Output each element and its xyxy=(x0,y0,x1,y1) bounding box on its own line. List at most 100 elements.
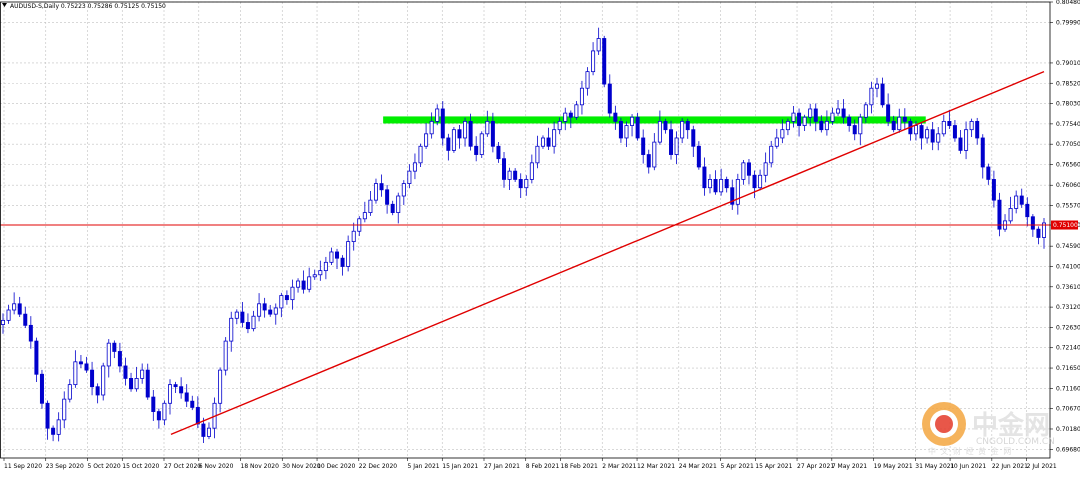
candle-body xyxy=(529,162,534,180)
y-tick-label: 0.74100 xyxy=(1056,263,1080,270)
candle-body xyxy=(412,162,417,172)
candle-body xyxy=(952,125,957,139)
x-tick-label: 15 Oct 2020 xyxy=(122,463,159,470)
candle-body xyxy=(12,303,17,311)
candle-body xyxy=(535,145,540,164)
candle-body xyxy=(874,83,879,89)
watermark-tagline: 中 文 财 经 黄 金 网 xyxy=(928,446,1012,456)
x-tick-label: 31 May 2021 xyxy=(915,463,954,470)
candle-body xyxy=(624,125,629,139)
candle-body xyxy=(657,120,662,143)
candle-body xyxy=(195,407,200,425)
candle-body xyxy=(51,427,56,435)
candle-body xyxy=(891,120,896,131)
candle-body xyxy=(591,50,596,73)
candle-body xyxy=(1008,208,1013,222)
candle-body xyxy=(234,311,239,319)
x-tick-label: 11 Sep 2020 xyxy=(4,463,42,470)
y-tick-label: 0.79990 xyxy=(1056,19,1080,26)
candle-body xyxy=(724,179,729,189)
candle-body xyxy=(401,183,406,197)
candle-body xyxy=(568,112,573,118)
x-tick-label: 15 Apr 2021 xyxy=(755,463,792,470)
candle-body xyxy=(206,427,211,437)
candle-body xyxy=(95,386,100,396)
candle-body xyxy=(774,137,779,147)
candle-body xyxy=(752,174,757,189)
candle-body xyxy=(841,108,846,118)
y-tick-label: 0.70180 xyxy=(1056,426,1080,433)
current-price-label: 0.75100 xyxy=(1053,222,1078,229)
candle-body xyxy=(446,137,451,151)
candle-body xyxy=(390,203,395,213)
candle-body xyxy=(975,120,980,139)
candle-body xyxy=(223,340,228,371)
x-tick-label: 5 Oct 2020 xyxy=(87,463,120,470)
candle-body xyxy=(513,170,518,180)
candle-body xyxy=(819,120,824,131)
candle-body xyxy=(134,378,139,390)
candle-body xyxy=(418,145,423,164)
candle-body xyxy=(307,276,312,290)
candle-body xyxy=(507,170,512,180)
candle-body xyxy=(663,120,668,131)
candle-body xyxy=(396,195,401,213)
candle-body xyxy=(273,307,278,315)
candle-body xyxy=(335,251,340,259)
candle-body xyxy=(435,108,440,122)
candle-body xyxy=(674,137,679,155)
candle-body xyxy=(930,129,935,143)
candle-body xyxy=(769,145,774,164)
x-tick-label: 2 Mar 2021 xyxy=(602,463,636,470)
candle-body xyxy=(630,116,635,126)
candle-body xyxy=(117,351,122,367)
x-tick-label: 7 May 2021 xyxy=(832,463,867,470)
chart-area[interactable]: 0.80480 0.79990 0.79010 0.78520 0.78030 0.775… xyxy=(0,0,1080,473)
candle-body xyxy=(424,133,429,147)
x-tick-label: 22 Jun 2021 xyxy=(992,463,1028,470)
candle-body xyxy=(257,303,262,317)
candle-body xyxy=(78,361,83,365)
candle-body xyxy=(964,129,969,151)
x-tick-label: 15 Jan 2021 xyxy=(442,463,478,470)
candle-body xyxy=(318,270,323,276)
candle-body xyxy=(579,87,584,106)
candle-body xyxy=(0,319,6,325)
candle-body xyxy=(162,402,167,421)
candle-body xyxy=(1036,228,1041,238)
candle-body xyxy=(407,170,412,184)
candle-body xyxy=(913,125,918,135)
candle-body xyxy=(791,112,796,122)
x-tick-label: 18 Nov 2020 xyxy=(241,463,280,470)
candle-body xyxy=(229,317,234,342)
candle-body xyxy=(502,158,507,180)
candle-body xyxy=(262,303,267,311)
x-tick-label: 22 Dec 2020 xyxy=(359,463,398,470)
y-tick-label: 0.78520 xyxy=(1056,80,1080,87)
candle-body xyxy=(613,112,618,122)
x-tick-label: 19 May 2021 xyxy=(874,463,913,470)
candle-body xyxy=(1025,203,1030,218)
candle-body xyxy=(524,179,529,189)
candle-body xyxy=(897,116,902,131)
candle-body xyxy=(557,120,562,131)
x-tick-label: 18 Feb 2021 xyxy=(561,463,599,470)
candlestick-chart[interactable]: 0.80480 0.79990 0.79010 0.78520 0.78030 0.775… xyxy=(0,0,1080,473)
candle-body xyxy=(797,112,802,126)
candle-body xyxy=(90,369,95,388)
x-tick-label: 24 Mar 2021 xyxy=(679,463,717,470)
candle-body xyxy=(429,120,434,135)
y-tick-label: 0.70670 xyxy=(1056,406,1080,413)
x-tick-label: 8 Feb 2021 xyxy=(526,463,560,470)
candle-body xyxy=(62,398,67,421)
candle-body xyxy=(646,154,651,168)
candle-body xyxy=(67,384,72,400)
candle-body xyxy=(641,137,646,155)
candle-body xyxy=(886,104,891,122)
y-tick-label: 0.77050 xyxy=(1056,141,1080,148)
candle-body xyxy=(34,340,39,375)
candle-body xyxy=(312,274,317,278)
watermark-core-icon xyxy=(935,415,953,433)
candle-body xyxy=(184,392,189,402)
candle xyxy=(39,369,44,409)
